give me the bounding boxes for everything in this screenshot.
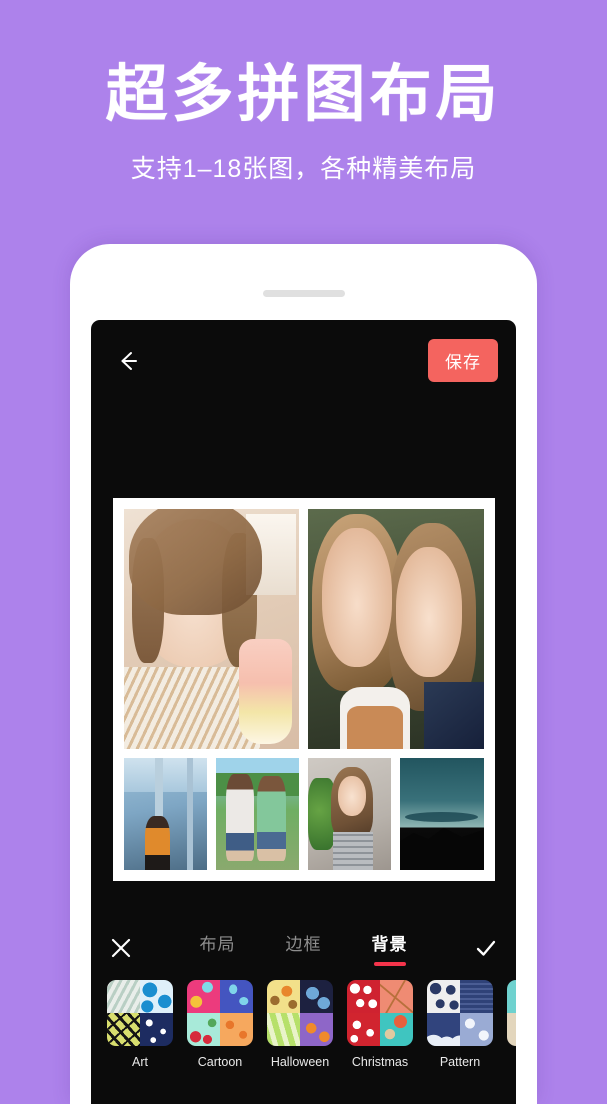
background-thumbnail-christmas [347,980,413,1046]
background-item-art[interactable]: Art [107,980,173,1069]
page-subtitle: 支持1–18张图，各种精美布局 [130,155,477,184]
background-label: Christmas [351,1055,409,1069]
background-label: Pattern [439,1055,481,1069]
phone-speaker [262,290,345,297]
background-label: Cartoon [197,1055,243,1069]
promo-header: 超多拼图布局 支持1–18张图，各种精美布局 [0,0,607,185]
collage-canvas [91,498,516,881]
save-button[interactable]: 保存 [428,339,498,382]
background-item-pattern[interactable]: Pattern [427,980,493,1069]
background-thumbnail-pattern [427,980,493,1046]
arrow-left-icon[interactable] [113,346,143,376]
photo-girls-sunglasses[interactable] [215,758,299,870]
background-thumbnail-art [107,980,173,1046]
background-label: Halloween [270,1055,330,1069]
background-item-christmas[interactable]: Christmas [347,980,413,1069]
app-topbar: 保存 [91,320,516,402]
page-title: 超多拼图布局 [105,60,502,129]
background-category-strip[interactable]: Art Cartoon Halloween Christmas Pattern [91,980,516,1088]
photo-girl-with-drink[interactable] [123,509,299,749]
background-label: Art [132,1055,148,1069]
close-icon[interactable] [91,937,151,959]
background-thumbnail-cartoon [187,980,253,1046]
background-thumbnail-partial [507,980,516,1046]
editor-tabs: 布局 边框 背景 [151,930,456,966]
app-screen: 保存 布局 边框 背景 Art Cartoon Halloween Christ… [91,320,516,1104]
background-item-cartoon[interactable]: Cartoon [187,980,253,1069]
editor-toolbar: 布局 边框 背景 [91,915,516,981]
tab-layout[interactable]: 布局 [200,930,236,966]
collage-row-bottom [123,758,484,870]
check-icon[interactable] [456,936,516,960]
photo-girl-grey-top[interactable] [308,758,392,870]
collage-row-top [123,509,484,749]
tab-background[interactable]: 背景 [372,930,408,966]
background-item-halloween[interactable]: Halloween [267,980,333,1069]
background-item-partial[interactable] [507,980,516,1055]
collage-grid[interactable] [112,498,495,881]
phone-mockup: 保存 布局 边框 背景 Art Cartoon Halloween Christ… [70,244,537,1104]
background-thumbnail-halloween [267,980,333,1046]
photo-two-girls-outdoor[interactable] [308,509,484,749]
tab-border[interactable]: 边框 [286,930,322,966]
photo-street-blue[interactable] [123,758,207,870]
photo-mountain-night[interactable] [400,758,484,870]
